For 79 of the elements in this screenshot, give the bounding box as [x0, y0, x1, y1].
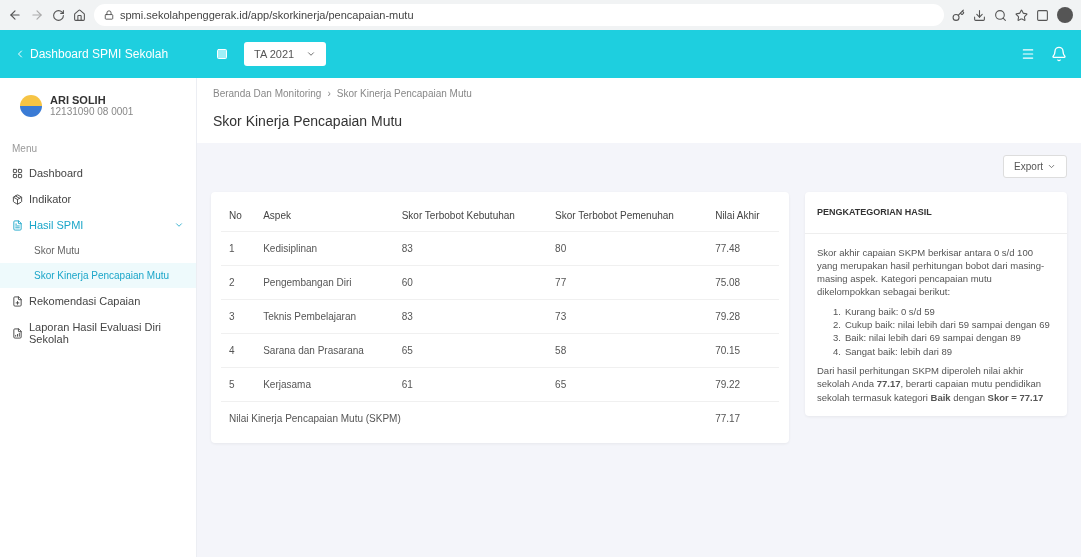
user-id: 12131090 08 0001	[50, 106, 134, 117]
download-icon[interactable]	[973, 8, 986, 22]
total-value: 77.17	[707, 401, 779, 435]
table-cell: 1	[221, 231, 256, 266]
list-number: 1.	[833, 304, 841, 319]
table-cell: Teknis Pembelajaran	[255, 299, 394, 334]
table-cell: 83	[393, 231, 548, 266]
menu-item-icon	[12, 219, 23, 231]
total-label: Nilai Kinerja Pencapaian Mutu (SKPM)	[221, 401, 708, 435]
export-button[interactable]: Export	[1003, 155, 1067, 178]
info-title: PENGKATEGORIAN HASIL	[805, 192, 1067, 234]
table-cell: Kerjasama	[255, 367, 394, 402]
table-cell: 61	[393, 367, 548, 402]
address-bar[interactable]: spmi.sekolahpenggerak.id/app/skorkinerja/pencapaian-mutu	[94, 4, 944, 26]
category-item: Kurang baik: 0 s/d 59	[844, 304, 935, 319]
back-icon[interactable]	[8, 8, 22, 22]
sidebar-subitem[interactable]: Skor Mutu	[0, 238, 196, 263]
key-icon[interactable]	[952, 8, 965, 22]
table-cell: 73	[547, 299, 708, 334]
table-cell: 2	[221, 265, 256, 300]
category-item: Sangat baik: lebih dari 89	[844, 344, 953, 358]
table-cell: 65	[547, 367, 708, 402]
chevron-down-icon	[306, 49, 317, 59]
table-cell: 4	[221, 333, 256, 368]
menu-heading: Menu	[11, 142, 38, 156]
table-cell: 70.15	[707, 333, 779, 368]
page-title: Skor Kinerja Pencapaian Mutu	[213, 113, 404, 129]
home-icon[interactable]	[73, 8, 86, 22]
table-cell: 77	[547, 265, 708, 300]
info-paragraph: Skor akhir capaian SKPM berkisar antara 0 s/d 100 yang merupakan hasil perhitungan bobot dari masing-masing aspek. Kategori pencapaian mutu dikelompokkan sebagai berikut:	[817, 245, 1046, 299]
list-number: 4.	[833, 344, 841, 358]
sidebar-item[interactable]: Indikator	[0, 186, 196, 212]
category-item: Baik: nilai lebih dari 69 sampai dengan 89	[844, 331, 1021, 345]
year-select[interactable]: TA 2021	[244, 42, 327, 66]
search-icon[interactable]	[994, 8, 1007, 22]
chevron-down-icon	[1047, 162, 1056, 171]
table-cell: 65	[393, 333, 548, 368]
category-item: Cukup baik: nilai lebih dari 59 sampai dengan 69	[844, 318, 1050, 332]
avatar	[20, 94, 42, 117]
table-cell: 79.22	[707, 367, 779, 402]
menu-item-icon	[12, 295, 23, 307]
app-title: Dashboard SPMI Sekolah	[30, 47, 169, 61]
result-paragraph: Dari hasil perhitungan SKPM diperoleh nilai akhir sekolah Anda 77.17, berarti capaian mutu pendidikan sekolah termasuk kategori Baik dengan Skor = 77.17	[817, 363, 1045, 404]
reload-icon[interactable]	[52, 8, 65, 22]
lock-icon	[104, 10, 114, 20]
breadcrumb-item: Skor Kinerja Pencapaian Mutu	[336, 88, 472, 99]
sidebar-item[interactable]: Rekomendasi Capaian	[0, 288, 196, 314]
table-cell: 83	[393, 299, 548, 334]
sidebar-item[interactable]: Dashboard	[0, 160, 196, 186]
menu-item-icon	[12, 167, 23, 179]
table-cell: 5	[221, 367, 256, 402]
table-cell: 80	[547, 231, 708, 266]
column-header: No	[221, 200, 256, 232]
column-header: Skor Terbobot Kebutuhan	[393, 200, 548, 232]
table-cell: 77.48	[707, 231, 779, 266]
table-cell: 60	[393, 265, 548, 300]
chevron-down-icon	[174, 220, 184, 230]
table-cell: 79.28	[707, 299, 779, 334]
table-cell: 75.08	[707, 265, 779, 300]
table-cell: Sarana dan Prasarana	[255, 333, 394, 368]
user-name: ARI SOLIH	[50, 94, 107, 106]
breadcrumb-separator: ›	[327, 88, 331, 99]
table-cell: 3	[221, 299, 256, 334]
breadcrumb-item[interactable]: Beranda Dan Monitoring	[213, 88, 322, 99]
tab-icon[interactable]	[1036, 8, 1049, 22]
table-cell: 58	[547, 333, 708, 368]
column-header: Aspek	[255, 200, 394, 232]
column-header: Skor Terbobot Pemenuhan	[547, 200, 708, 232]
menu-item-icon	[12, 327, 23, 339]
column-header: Nilai Akhir	[707, 200, 779, 232]
menu-item-icon	[12, 193, 23, 205]
table-cell: Pengembangan Diri	[255, 265, 394, 300]
table-cell: Kedisiplinan	[255, 231, 394, 266]
profile-avatar[interactable]	[1057, 7, 1073, 23]
list-number: 2.	[833, 318, 841, 332]
list-number: 3.	[833, 331, 841, 345]
star-icon[interactable]	[1015, 8, 1028, 22]
sidebar-item[interactable]: Laporan Hasil Evaluasi Diri Sekolah	[0, 314, 196, 352]
square-icon	[216, 48, 228, 60]
